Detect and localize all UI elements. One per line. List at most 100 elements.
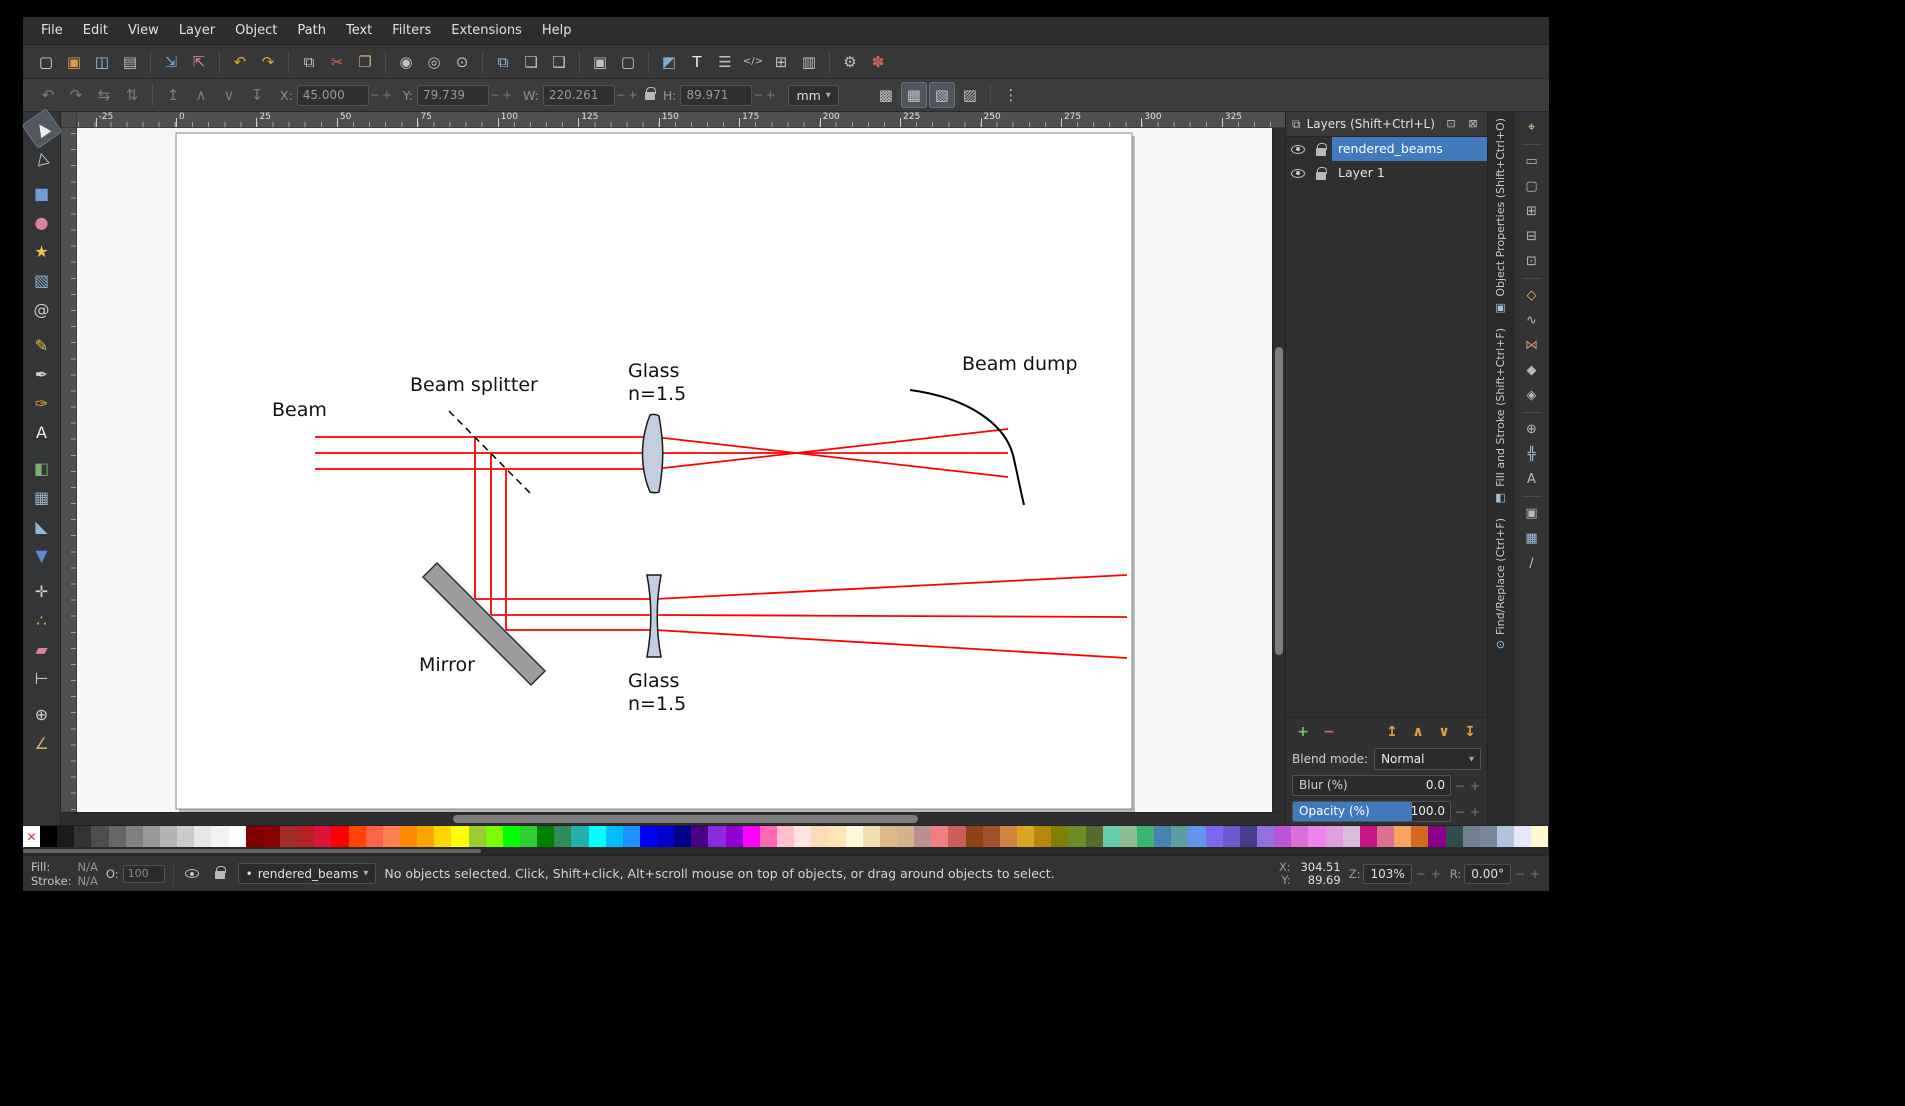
cut-icon[interactable]: ✂ bbox=[324, 49, 350, 75]
color-swatch[interactable] bbox=[1514, 826, 1532, 848]
y-increment-button[interactable]: + bbox=[501, 88, 513, 102]
color-swatch[interactable] bbox=[468, 826, 486, 848]
remove-layer-button[interactable]: − bbox=[1318, 721, 1340, 743]
rotate-ccw-button[interactable]: − bbox=[1514, 867, 1526, 881]
menu-extensions[interactable]: Extensions bbox=[441, 17, 532, 44]
color-swatch[interactable] bbox=[1051, 826, 1069, 848]
menu-edit[interactable]: Edit bbox=[73, 17, 118, 44]
y-input[interactable]: 79.739 bbox=[416, 84, 489, 106]
mirror-label[interactable]: Mirror bbox=[419, 654, 475, 676]
color-swatch[interactable] bbox=[451, 826, 469, 848]
import-icon[interactable]: ⇲ bbox=[158, 49, 184, 75]
xml-editor-icon[interactable]: </> bbox=[740, 49, 766, 75]
color-swatch[interactable] bbox=[159, 826, 178, 848]
rotate-cw-icon[interactable]: ↷ bbox=[63, 82, 89, 108]
layer-lock-toggle[interactable] bbox=[1309, 137, 1332, 161]
snap-bbox-corners-icon[interactable]: ⊞ bbox=[1520, 200, 1544, 223]
copy-icon[interactable]: ⧉ bbox=[296, 49, 322, 75]
color-swatch[interactable] bbox=[657, 826, 675, 848]
color-swatch[interactable] bbox=[40, 826, 58, 848]
color-swatch[interactable] bbox=[1325, 826, 1343, 848]
color-swatch[interactable] bbox=[1531, 826, 1549, 848]
color-swatch[interactable] bbox=[588, 826, 606, 848]
export-icon[interactable]: ⇱ bbox=[186, 49, 212, 75]
color-swatch[interactable] bbox=[74, 826, 92, 848]
color-swatch[interactable] bbox=[759, 826, 778, 848]
eraser-tool[interactable]: ▰ bbox=[27, 635, 57, 664]
move-patterns-toggle-icon[interactable]: ▦ bbox=[900, 82, 927, 108]
snap-bbox-centers-icon[interactable]: ⊡ bbox=[1520, 250, 1544, 273]
rotate-cw-button[interactable]: + bbox=[1529, 867, 1541, 881]
color-swatch[interactable] bbox=[331, 826, 349, 848]
move-gradients-toggle-icon[interactable]: ▩ bbox=[873, 82, 899, 108]
color-swatch[interactable] bbox=[965, 826, 983, 848]
pen-tool[interactable]: ✒ bbox=[27, 360, 57, 389]
menu-filters[interactable]: Filters bbox=[382, 17, 441, 44]
raise-layer-top-button[interactable]: ↥ bbox=[1381, 721, 1403, 743]
snap-smooth-nodes-icon[interactable]: ◈ bbox=[1520, 384, 1544, 407]
color-swatch[interactable] bbox=[1068, 826, 1086, 848]
flip-vertical-icon[interactable]: ⇅ bbox=[119, 82, 145, 108]
menu-file[interactable]: File bbox=[31, 17, 73, 44]
measure-tool[interactable]: ∠ bbox=[27, 729, 57, 758]
horizontal-scrollbar[interactable] bbox=[61, 812, 1285, 825]
color-swatch[interactable] bbox=[999, 826, 1018, 848]
glass-bottom-label[interactable]: Glass bbox=[628, 670, 679, 692]
color-swatch[interactable] bbox=[1205, 826, 1223, 848]
color-swatch[interactable] bbox=[571, 826, 589, 848]
h-decrement-button[interactable]: − bbox=[752, 88, 764, 102]
color-swatch[interactable] bbox=[519, 826, 538, 848]
paint-bucket-tool[interactable]: ▼ bbox=[27, 541, 57, 570]
menu-path[interactable]: Path bbox=[287, 17, 336, 44]
color-swatch[interactable] bbox=[811, 826, 829, 848]
snap-paths-icon[interactable]: ∿ bbox=[1520, 309, 1544, 332]
layer-visibility-toggle[interactable] bbox=[182, 864, 202, 884]
color-swatch[interactable] bbox=[1496, 826, 1515, 848]
text-tool[interactable]: A bbox=[27, 418, 57, 447]
layer-visibility-toggle[interactable] bbox=[1286, 161, 1309, 185]
color-swatch[interactable] bbox=[1376, 826, 1395, 848]
group-icon[interactable]: ▣ bbox=[587, 49, 613, 75]
customize-icon[interactable]: ✽ bbox=[865, 49, 891, 75]
lower-layer-button[interactable]: ∨ bbox=[1433, 721, 1455, 743]
text-dialog-icon[interactable]: T bbox=[684, 49, 710, 75]
glass-bottom-index-label[interactable]: n=1.5 bbox=[628, 693, 686, 715]
color-swatch[interactable] bbox=[1479, 826, 1497, 848]
add-layer-button[interactable]: + bbox=[1292, 721, 1314, 743]
color-swatch[interactable] bbox=[1445, 826, 1463, 848]
blur-slider[interactable]: Blur (%) 0.0 bbox=[1292, 775, 1451, 796]
color-swatch[interactable] bbox=[108, 826, 126, 848]
color-swatch[interactable] bbox=[485, 826, 503, 848]
menu-object[interactable]: Object bbox=[225, 17, 287, 44]
color-swatch[interactable] bbox=[879, 826, 898, 848]
fill-stroke-indicator[interactable]: Fill: N/A Stroke: N/A bbox=[31, 860, 98, 888]
h-input[interactable]: 89.971 bbox=[680, 84, 753, 106]
create-clone-icon[interactable]: ❏ bbox=[518, 49, 544, 75]
zoom-selection-icon[interactable]: ⊙ bbox=[449, 49, 475, 75]
layer-name[interactable]: Layer 1 bbox=[1332, 161, 1487, 185]
horizontal-scrollbar-thumb[interactable] bbox=[452, 815, 918, 823]
duplicate-icon[interactable]: ⧉ bbox=[490, 49, 516, 75]
open-document-icon[interactable]: ▣ bbox=[61, 49, 87, 75]
color-swatch[interactable] bbox=[1394, 826, 1412, 848]
print-icon[interactable]: ▤ bbox=[117, 49, 143, 75]
snap-rotation-centers-icon[interactable]: ╬ bbox=[1520, 443, 1544, 466]
ungroup-icon[interactable]: ▢ bbox=[615, 49, 641, 75]
color-swatch[interactable] bbox=[708, 826, 726, 848]
units-dropdown[interactable]: mm ▾ bbox=[788, 84, 839, 106]
connector-tool[interactable]: ⊢ bbox=[27, 664, 57, 693]
flip-horizontal-icon[interactable]: ⇆ bbox=[91, 82, 117, 108]
toolbar-options-icon[interactable]: ⋮ bbox=[998, 82, 1024, 108]
gradient-tool[interactable]: ◧ bbox=[27, 454, 57, 483]
color-swatch[interactable] bbox=[1085, 826, 1103, 848]
color-swatch[interactable] bbox=[91, 826, 109, 848]
color-swatch[interactable] bbox=[177, 826, 195, 848]
snap-object-centers-icon[interactable]: ⊕ bbox=[1520, 418, 1544, 441]
layer-visibility-toggle[interactable] bbox=[1286, 137, 1309, 161]
snap-guide-icon[interactable]: ∕ bbox=[1520, 552, 1544, 575]
layer-lock-toggle[interactable] bbox=[210, 864, 230, 884]
color-swatch[interactable] bbox=[1171, 826, 1189, 848]
w-input[interactable]: 220.261 bbox=[542, 84, 615, 106]
color-swatch[interactable] bbox=[674, 826, 692, 848]
color-swatch[interactable] bbox=[1239, 826, 1257, 848]
